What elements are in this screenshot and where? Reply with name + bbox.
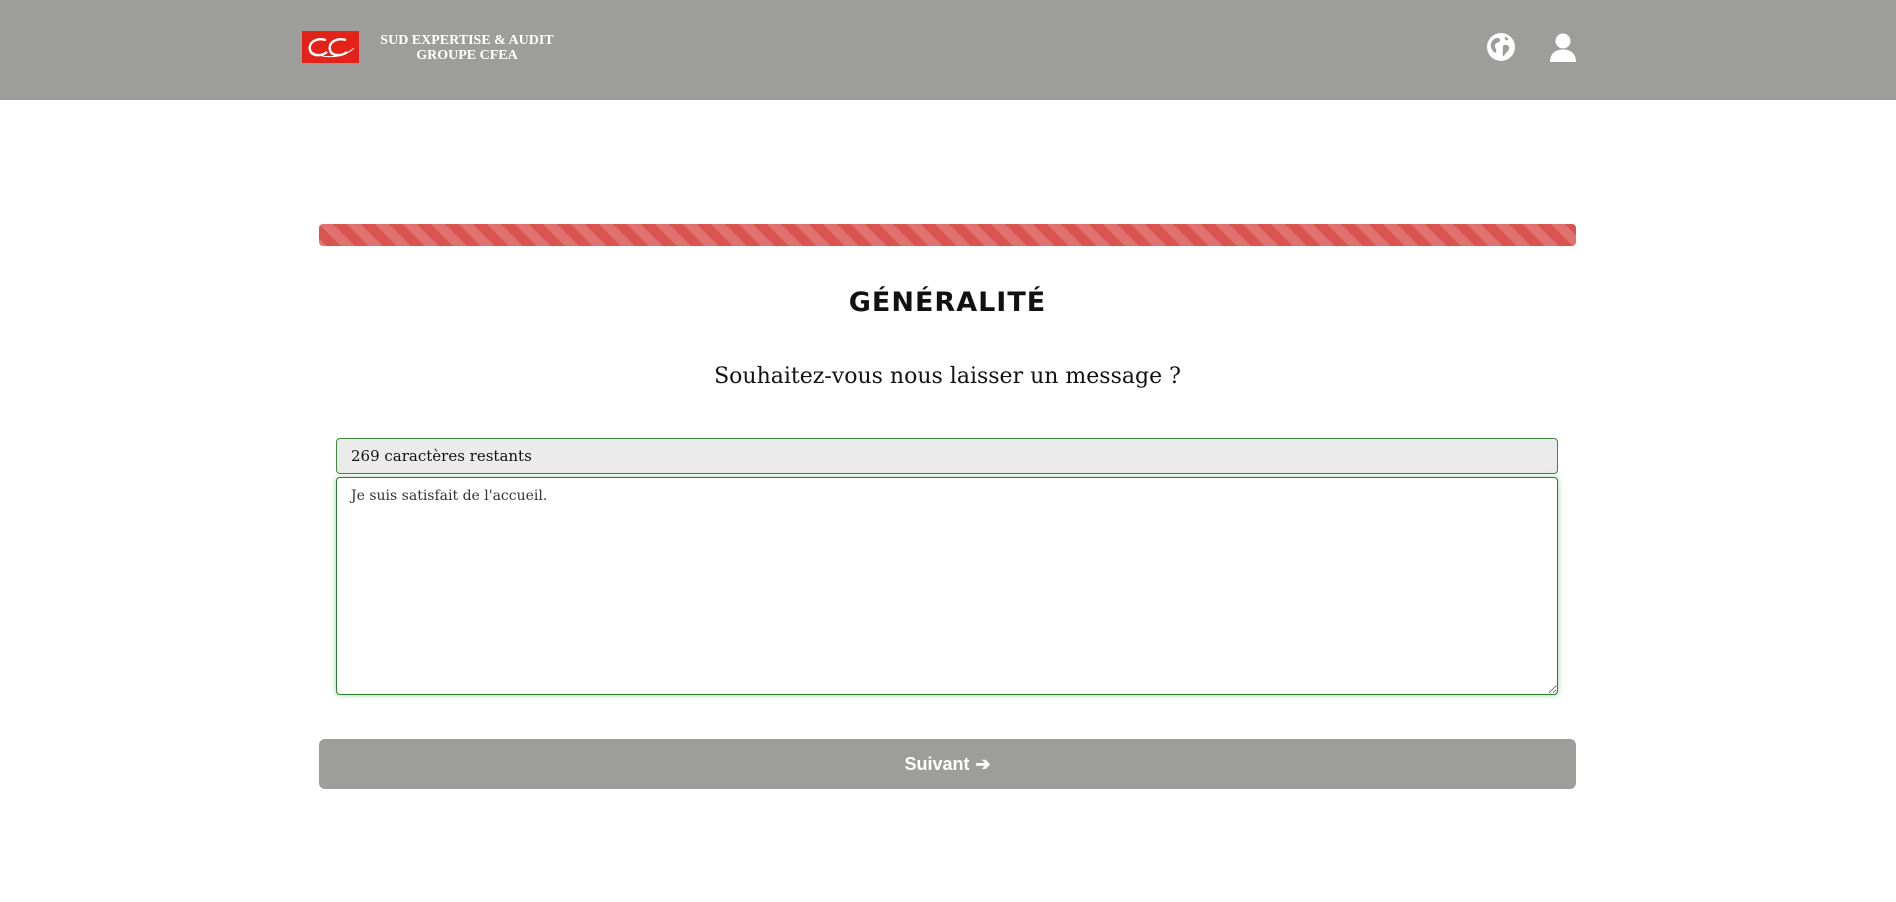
- user-icon[interactable]: [1548, 32, 1578, 62]
- brand-name: SUD EXPERTISE & AUDIT GROUPE CFEA: [374, 33, 560, 63]
- next-button[interactable]: Suivant ➔: [319, 739, 1576, 789]
- top-navigation-bar: SUD EXPERTISE & AUDIT GROUPE CFEA: [0, 0, 1896, 100]
- question-text: Souhaitez-vous nous laisser un message ?: [714, 364, 1181, 389]
- brand-line-2: GROUPE CFEA: [416, 48, 518, 63]
- survey-progress-bar: [319, 224, 1576, 246]
- arrow-right-icon: ➔: [975, 753, 991, 774]
- brand-logo[interactable]: SUD EXPERTISE & AUDIT GROUPE CFEA: [302, 31, 560, 63]
- next-button-label: Suivant: [904, 753, 970, 774]
- section-title: GÉNÉRALITÉ: [848, 287, 1047, 318]
- logo-mark-icon: [302, 31, 359, 63]
- globe-icon[interactable]: [1486, 32, 1516, 62]
- characters-remaining-counter: 269 caractères restants: [336, 438, 1558, 474]
- message-textarea[interactable]: Je suis satisfait de l'accueil.: [336, 477, 1558, 695]
- brand-line-1: SUD EXPERTISE & AUDIT: [380, 33, 554, 48]
